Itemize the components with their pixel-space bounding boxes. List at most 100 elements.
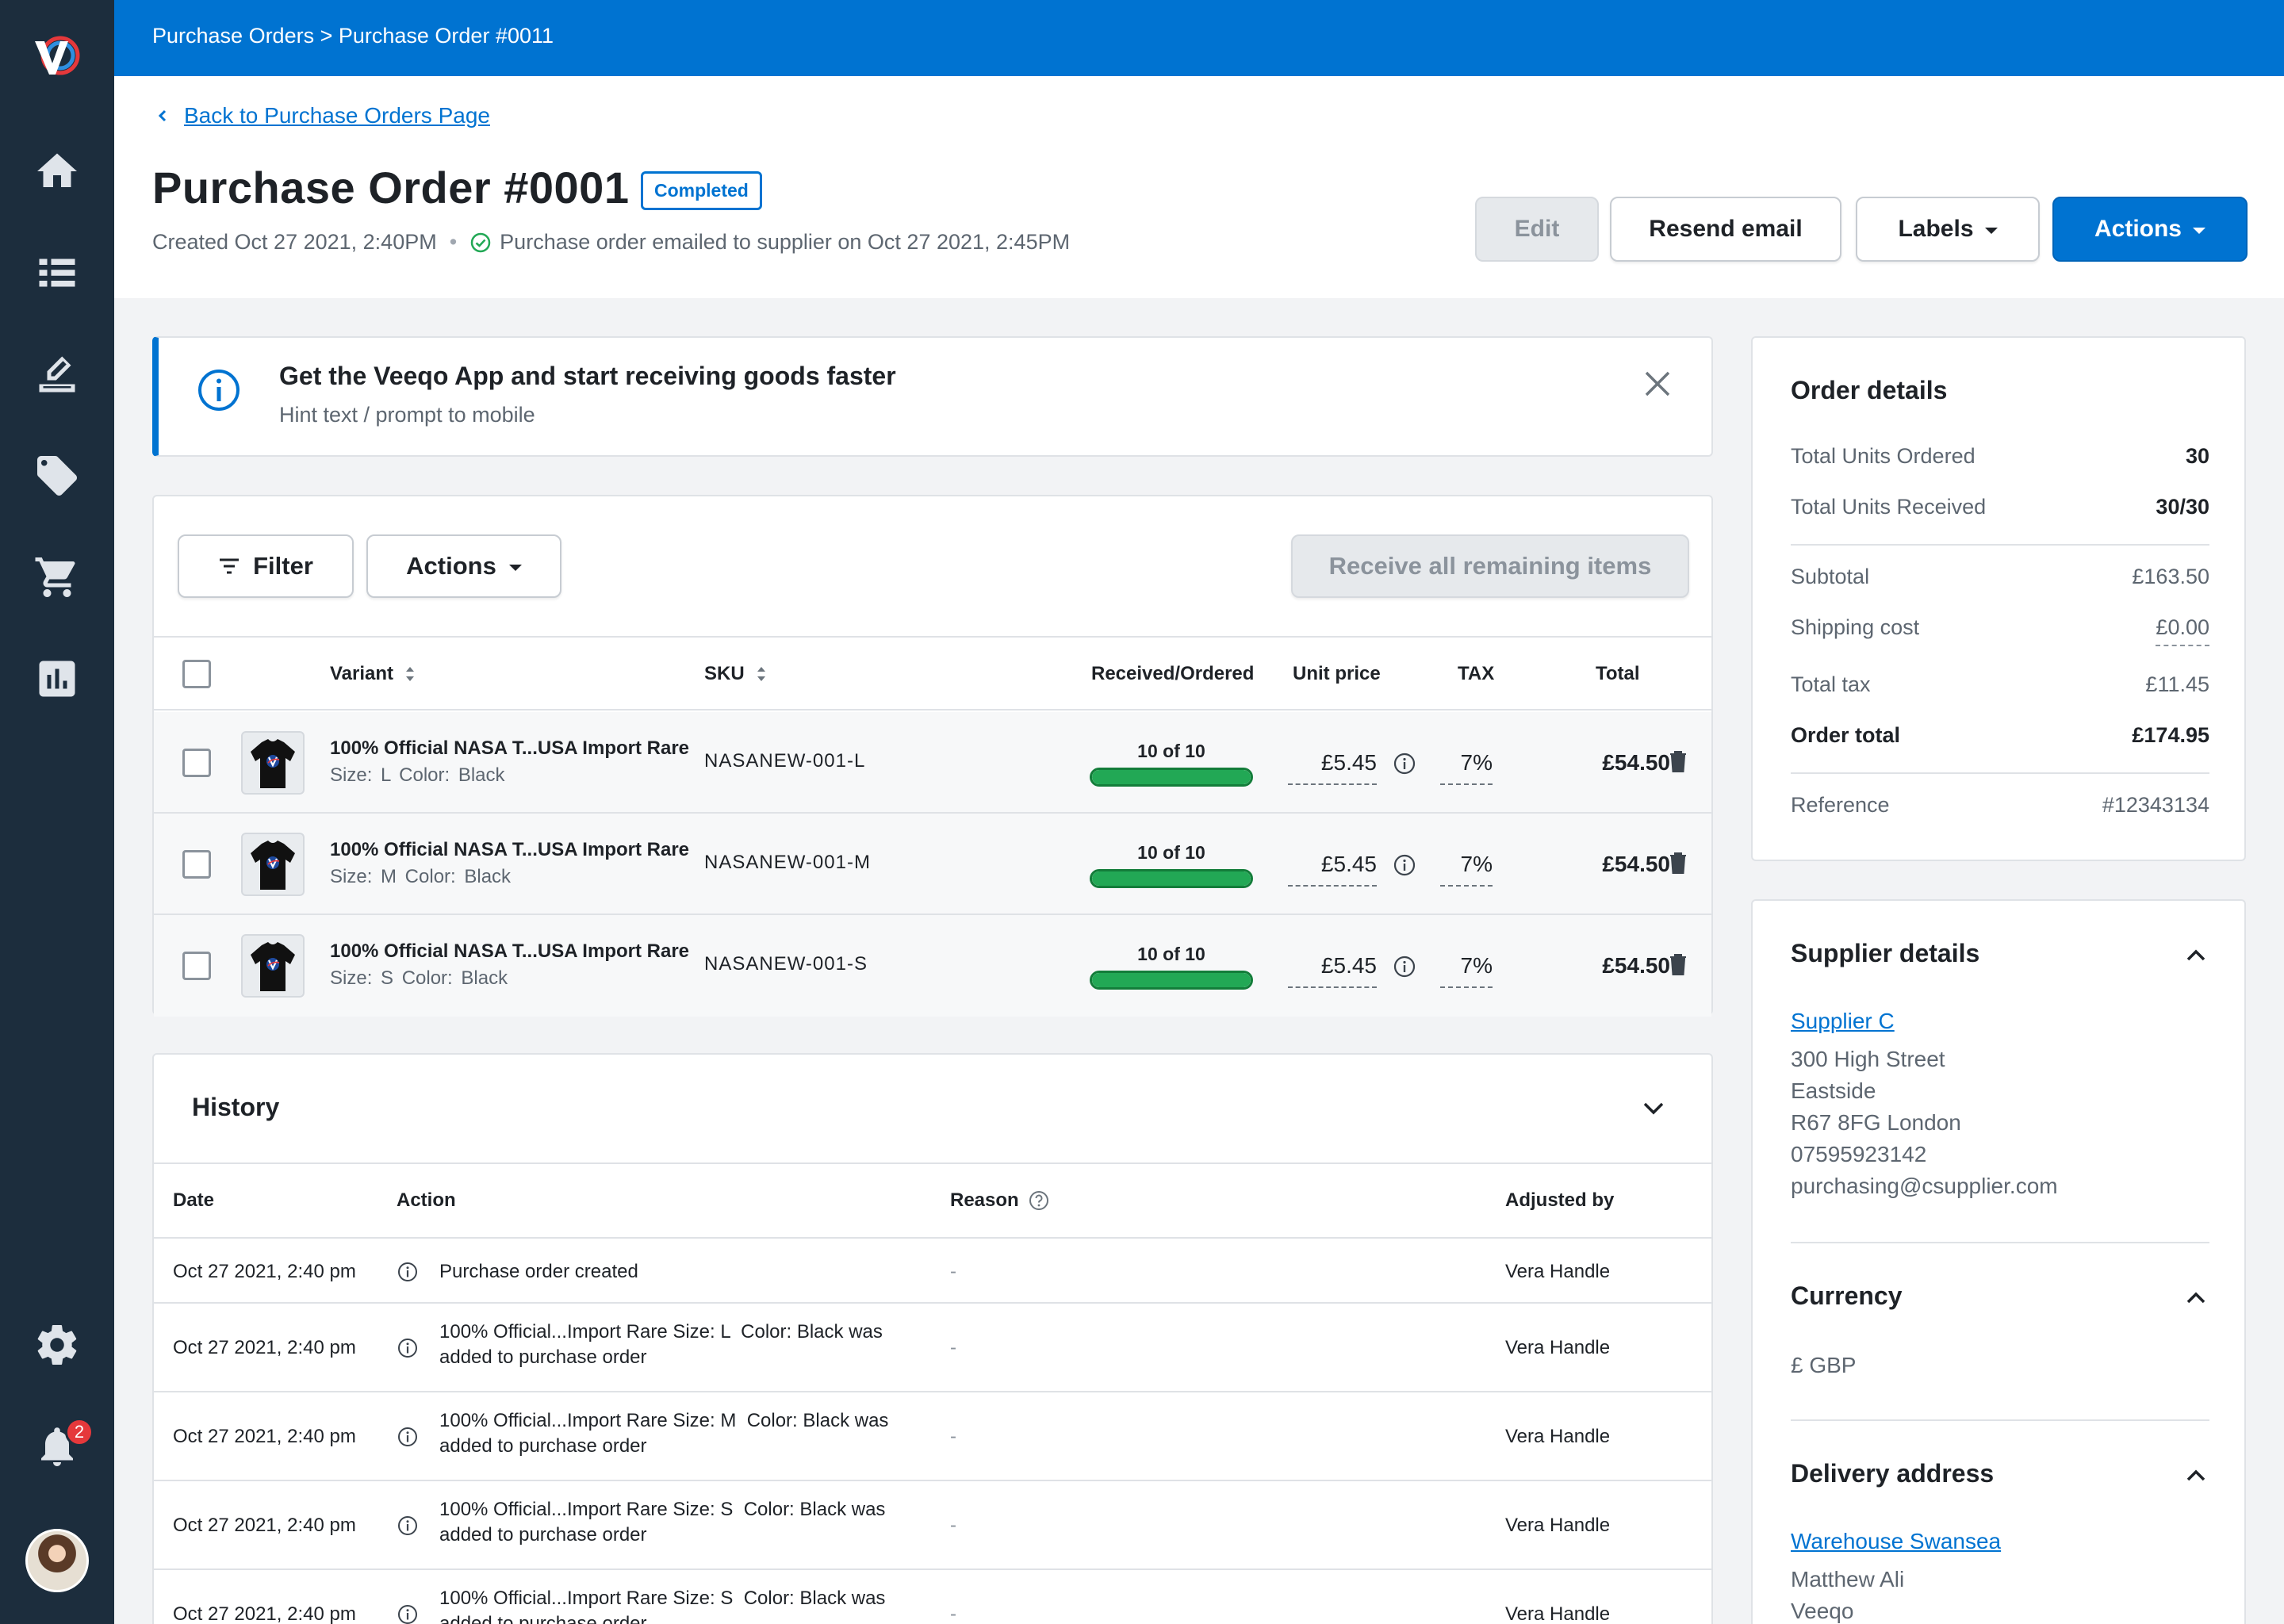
help-question-icon[interactable] <box>1029 1190 1049 1211</box>
column-total: Total <box>1596 663 1640 684</box>
history-title: History <box>192 1093 280 1121</box>
history-date: Oct 27 2021, 2:40 pm <box>173 1426 356 1447</box>
subtotal-label: Subtotal <box>1791 565 1870 588</box>
supplier-address-line: 07595923142 <box>1791 1142 1927 1166</box>
filter-button-label: Filter <box>253 552 313 580</box>
edit-button[interactable]: Edit <box>1475 197 1599 262</box>
info-icon <box>397 1426 419 1448</box>
labels-button-label: Labels <box>1898 216 1974 242</box>
resend-email-button[interactable]: Resend email <box>1610 197 1841 262</box>
table-actions-dropdown-button[interactable]: Actions <box>366 534 561 598</box>
history-row: Oct 27 2021, 2:40 pm 100% Official...Impo… <box>154 1570 1711 1624</box>
info-icon[interactable] <box>1393 853 1416 877</box>
units-ordered-row: Total Units Ordered 30 <box>1791 444 2209 469</box>
unit-price-value[interactable]: £5.45 <box>1288 852 1377 887</box>
trash-icon[interactable] <box>1667 850 1689 875</box>
delivery-address-line: Matthew Ali <box>1791 1567 1905 1591</box>
history-date: Oct 27 2021, 2:40 pm <box>173 1603 356 1624</box>
variant-name[interactable]: 100% Official NASA T...USA Import Rare <box>330 737 689 760</box>
unit-price-value[interactable]: £5.45 <box>1288 953 1377 988</box>
divider <box>1791 1242 2209 1243</box>
list-icon[interactable] <box>33 249 81 297</box>
reports-icon[interactable] <box>33 655 81 703</box>
close-icon[interactable] <box>1643 370 1672 398</box>
total-tax-row: Total tax £11.45 <box>1791 672 2209 697</box>
cart-icon[interactable] <box>33 553 81 601</box>
actions-dropdown-button[interactable]: Actions <box>2052 197 2248 262</box>
variant-name[interactable]: 100% Official NASA T...USA Import Rare <box>330 839 689 861</box>
order-details-card: Order details Total Units Ordered 30 Tot… <box>1751 336 2246 861</box>
receive-all-remaining-button[interactable]: Receive all remaining items <box>1291 534 1689 598</box>
received-progress-bar <box>1090 869 1253 888</box>
history-action: Purchase order created <box>439 1261 638 1282</box>
banner-title: Get the Veeqo App and start receiving go… <box>279 362 896 390</box>
row-checkbox[interactable] <box>182 850 211 879</box>
chevron-down-icon[interactable] <box>1642 1101 1665 1116</box>
history-adjusted-by: Vera Handle <box>1505 1515 1611 1536</box>
separator-dot: • <box>449 230 458 254</box>
trash-icon[interactable] <box>1667 749 1689 774</box>
chevron-left-icon <box>158 109 167 122</box>
delivery-address-line: Veeqo <box>1791 1599 1854 1623</box>
column-unit-price: Unit price <box>1293 663 1381 684</box>
history-action: 100% Official...Import Rare Size: S Colo… <box>439 1499 891 1545</box>
items-table-header: Variant SKU Received/Ordered Unit price … <box>154 636 1711 710</box>
column-variant[interactable]: Variant <box>330 663 416 685</box>
supplier-address-line: purchasing@csupplier.com <box>1791 1174 2058 1198</box>
tag-icon[interactable] <box>33 452 81 500</box>
filter-button[interactable]: Filter <box>178 534 354 598</box>
row-checkbox[interactable] <box>182 749 211 777</box>
warehouse-link[interactable]: Warehouse Swansea <box>1791 1529 2001 1554</box>
history-date: Oct 27 2021, 2:40 pm <box>173 1337 356 1358</box>
product-thumbnail <box>241 934 305 998</box>
inventory-icon[interactable] <box>33 350 81 398</box>
variant-name[interactable]: 100% Official NASA T...USA Import Rare <box>330 940 689 963</box>
history-table-header: Date Action Reason Adjusted by <box>154 1162 1711 1239</box>
tax-value[interactable]: 7% <box>1440 852 1493 887</box>
tax-value[interactable]: 7% <box>1440 953 1493 988</box>
table-row: 100% Official NASA T...USA Import Rare Si… <box>154 712 1711 814</box>
shipping-value[interactable]: £0.00 <box>2156 615 2209 646</box>
back-to-purchase-orders-link[interactable]: Back to Purchase Orders Page <box>155 103 490 128</box>
banner-subtitle: Hint text / prompt to mobile <box>279 403 535 427</box>
column-reason-label: Reason <box>950 1189 1019 1211</box>
variant-options: Size: S Color: Black <box>330 967 508 989</box>
history-adjusted-by: Vera Handle <box>1505 1337 1611 1358</box>
history-reason: - <box>950 1261 956 1282</box>
home-icon[interactable] <box>33 147 81 195</box>
chevron-up-icon[interactable] <box>2186 1469 2206 1483</box>
currency-value: £ GBP <box>1791 1353 1857 1377</box>
info-icon[interactable] <box>1393 752 1416 776</box>
info-icon <box>397 1603 419 1624</box>
line-total-value: £54.50 <box>1602 953 1670 978</box>
currency-title: Currency <box>1791 1281 1903 1310</box>
chevron-up-icon[interactable] <box>2186 1291 2206 1305</box>
tax-value[interactable]: 7% <box>1440 750 1493 785</box>
info-icon <box>397 1337 419 1359</box>
user-avatar[interactable] <box>25 1529 89 1592</box>
labels-dropdown-button[interactable]: Labels <box>1856 197 2040 262</box>
veeqo-logo-icon[interactable] <box>29 29 86 86</box>
line-items-card: Filter Actions Receive all remaining ite… <box>152 495 1713 1017</box>
back-link-label: Back to Purchase Orders Page <box>184 103 490 128</box>
settings-gear-icon[interactable] <box>33 1321 81 1369</box>
status-badge: Completed <box>641 171 762 210</box>
sku-value: NASANEW-001-S <box>704 953 868 975</box>
column-variant-label: Variant <box>330 663 394 684</box>
history-adjusted-by: Vera Handle <box>1505 1426 1611 1447</box>
trash-icon[interactable] <box>1667 952 1689 977</box>
supplier-name-link[interactable]: Supplier C <box>1791 1009 1895 1034</box>
row-checkbox[interactable] <box>182 952 211 980</box>
select-all-checkbox[interactable] <box>182 660 211 688</box>
received-progress-bar <box>1090 768 1253 787</box>
unit-price-value[interactable]: £5.45 <box>1288 750 1377 785</box>
product-thumbnail <box>241 833 305 896</box>
table-row: 100% Official NASA T...USA Import Rare Si… <box>154 814 1711 915</box>
column-date: Date <box>173 1189 215 1211</box>
info-icon[interactable] <box>1393 955 1416 979</box>
received-count: 10 of 10 <box>1137 944 1205 964</box>
chevron-up-icon[interactable] <box>2186 948 2206 963</box>
column-sku[interactable]: SKU <box>704 663 767 685</box>
caret-down-icon <box>2193 228 2205 234</box>
received-count: 10 of 10 <box>1137 842 1205 863</box>
